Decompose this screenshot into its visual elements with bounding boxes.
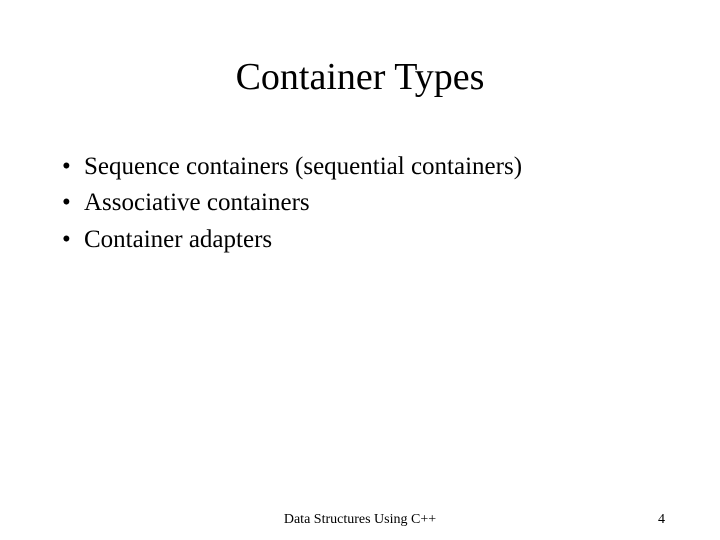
list-item: Sequence containers (sequential containe…: [62, 149, 670, 185]
slide-title: Container Types: [50, 55, 670, 99]
list-item: Container adapters: [62, 222, 670, 258]
footer-text: Data Structures Using C++: [284, 512, 436, 528]
page-number: 4: [658, 512, 665, 528]
bullet-list: Sequence containers (sequential containe…: [50, 149, 670, 258]
slide: Container Types Sequence containers (seq…: [0, 0, 720, 540]
list-item: Associative containers: [62, 185, 670, 221]
